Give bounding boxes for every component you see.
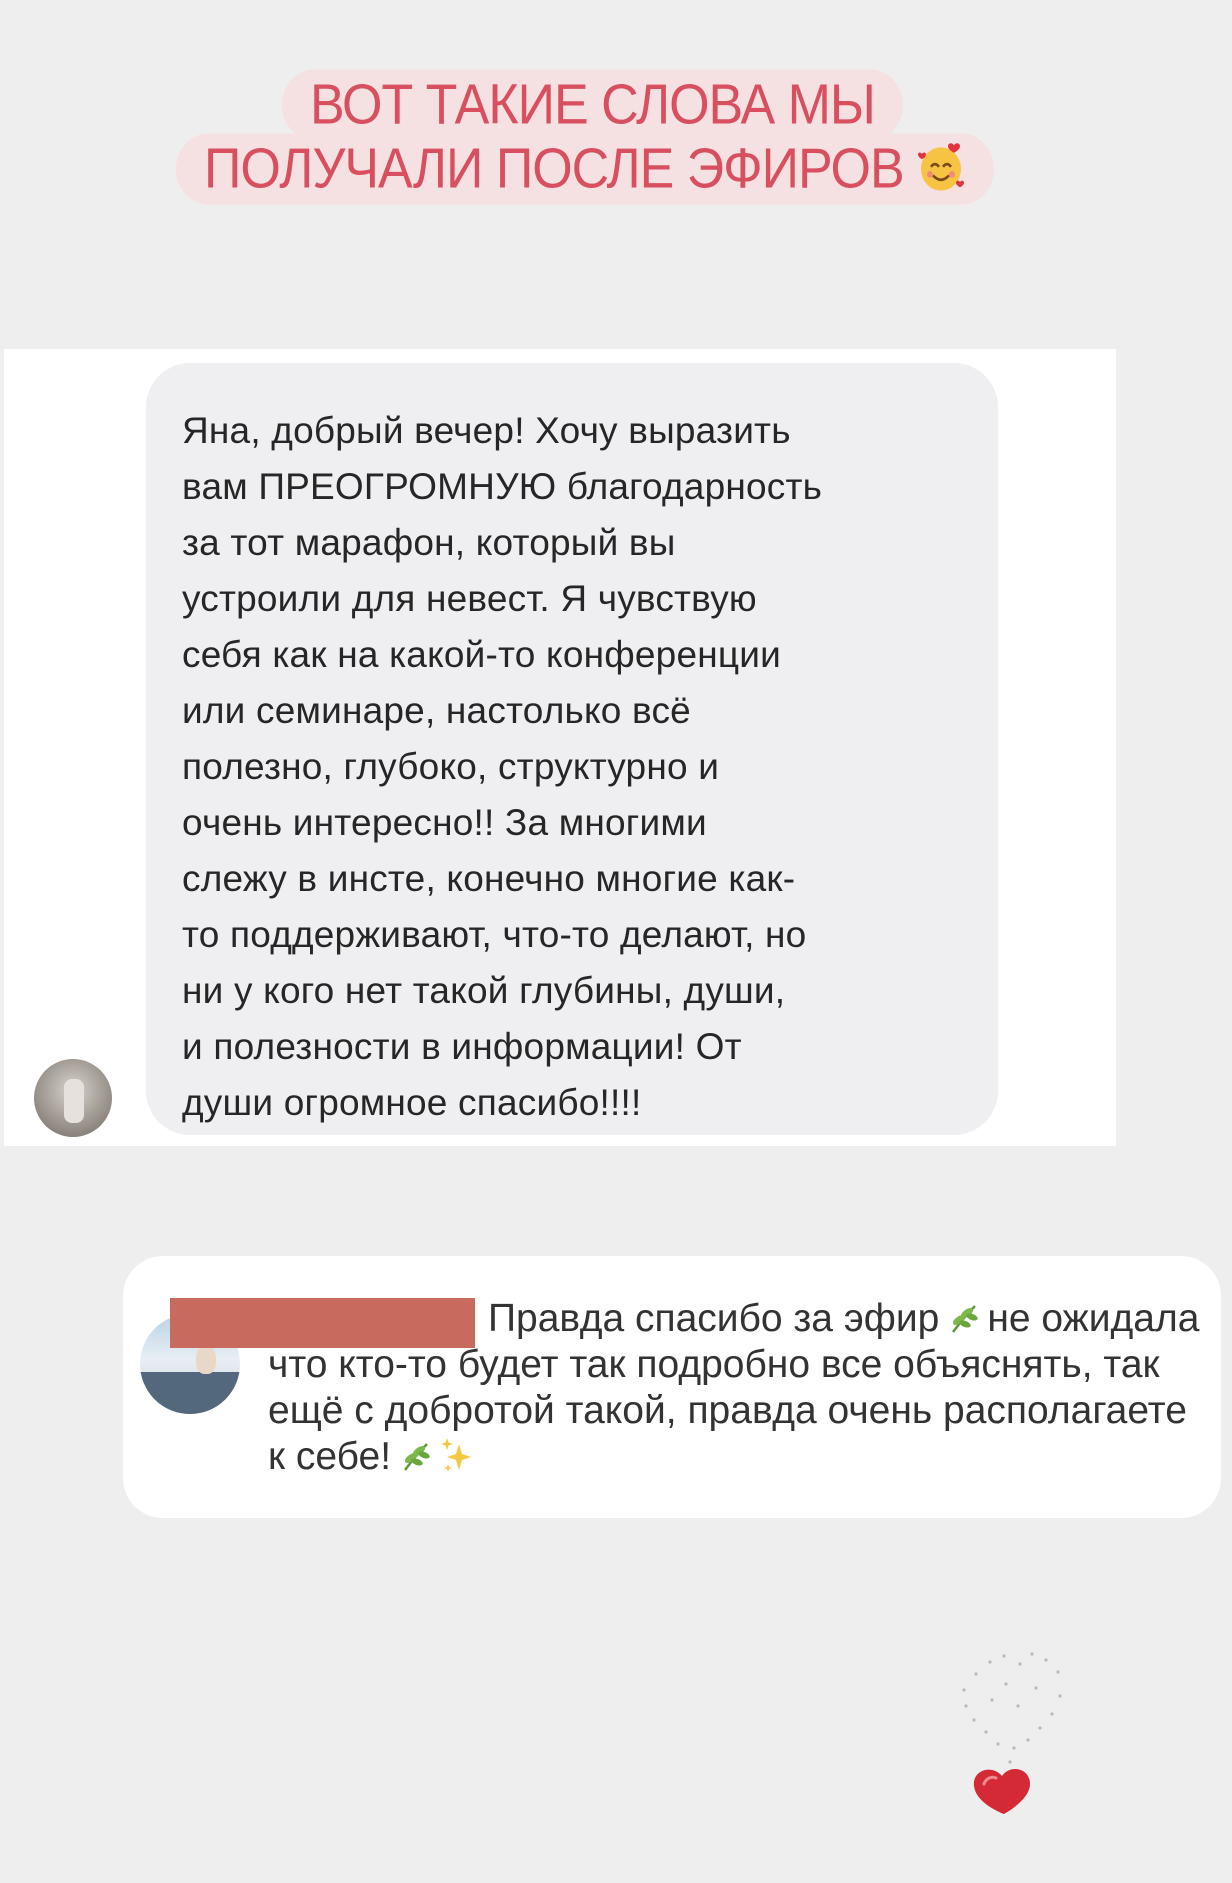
- title-line-2-text: ПОЛУЧАЛИ ПОСЛЕ ЭФИРОВ: [204, 137, 905, 201]
- sparkles-icon: [441, 1437, 472, 1472]
- comment-text: Правда спасибо за эфир не ожидала что кт…: [268, 1296, 1208, 1480]
- smiling-face-with-hearts-icon: [917, 143, 964, 191]
- message-bubble: Яна, добрый вечер! Хочу выразить вам ПРЕ…: [146, 363, 998, 1135]
- comment-text-part1: Правда спасибо за эфир: [488, 1297, 940, 1340]
- comment-screenshot: Правда спасибо за эфир не ожидала что кт…: [123, 1256, 1221, 1518]
- message-screenshot: Яна, добрый вечер! Хочу выразить вам ПРЕ…: [4, 349, 1116, 1146]
- title-line-2: ПОЛУЧАЛИ ПОСЛЕ ЭФИРОВ: [176, 133, 994, 205]
- sender-avatar: [34, 1059, 112, 1137]
- herb-icon: [404, 1442, 430, 1471]
- message-text: Яна, добрый вечер! Хочу выразить вам ПРЕ…: [182, 410, 823, 1123]
- herb-icon: [952, 1304, 979, 1333]
- title-line-1: ВОТ ТАКИЕ СЛОВА МЫ: [282, 69, 903, 141]
- heart-icon: [962, 1652, 1062, 1814]
